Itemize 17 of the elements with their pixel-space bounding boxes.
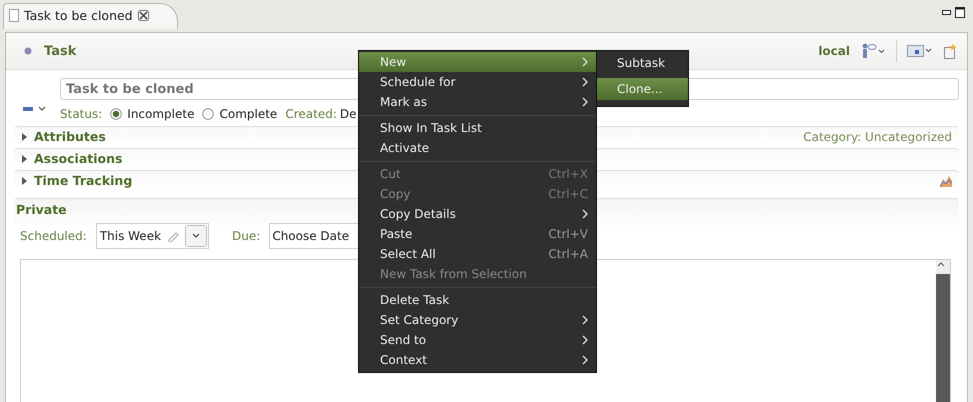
section-title: Attributes (34, 129, 106, 144)
tab-title: Task to be cloned (24, 8, 133, 23)
due-label: Due: (232, 229, 260, 243)
section-title: Time Tracking (34, 173, 132, 188)
created-value: De (340, 107, 356, 121)
editor-title: Task (44, 44, 76, 58)
status-label: Status: (60, 107, 102, 121)
shortcut-label: Ctrl+X (548, 167, 588, 181)
category-label: Category: Uncategorized (803, 130, 952, 144)
shortcut-label: Ctrl+C (548, 187, 588, 201)
shortcut-label: Ctrl+V (548, 227, 588, 241)
section-title: Private (15, 201, 68, 219)
repository-label: local (818, 44, 850, 58)
shortcut-label: Ctrl+A (548, 247, 588, 261)
section-title: Associations (34, 151, 122, 166)
scheduled-label: Scheduled: (20, 229, 87, 243)
created-label: Created: (285, 107, 337, 121)
